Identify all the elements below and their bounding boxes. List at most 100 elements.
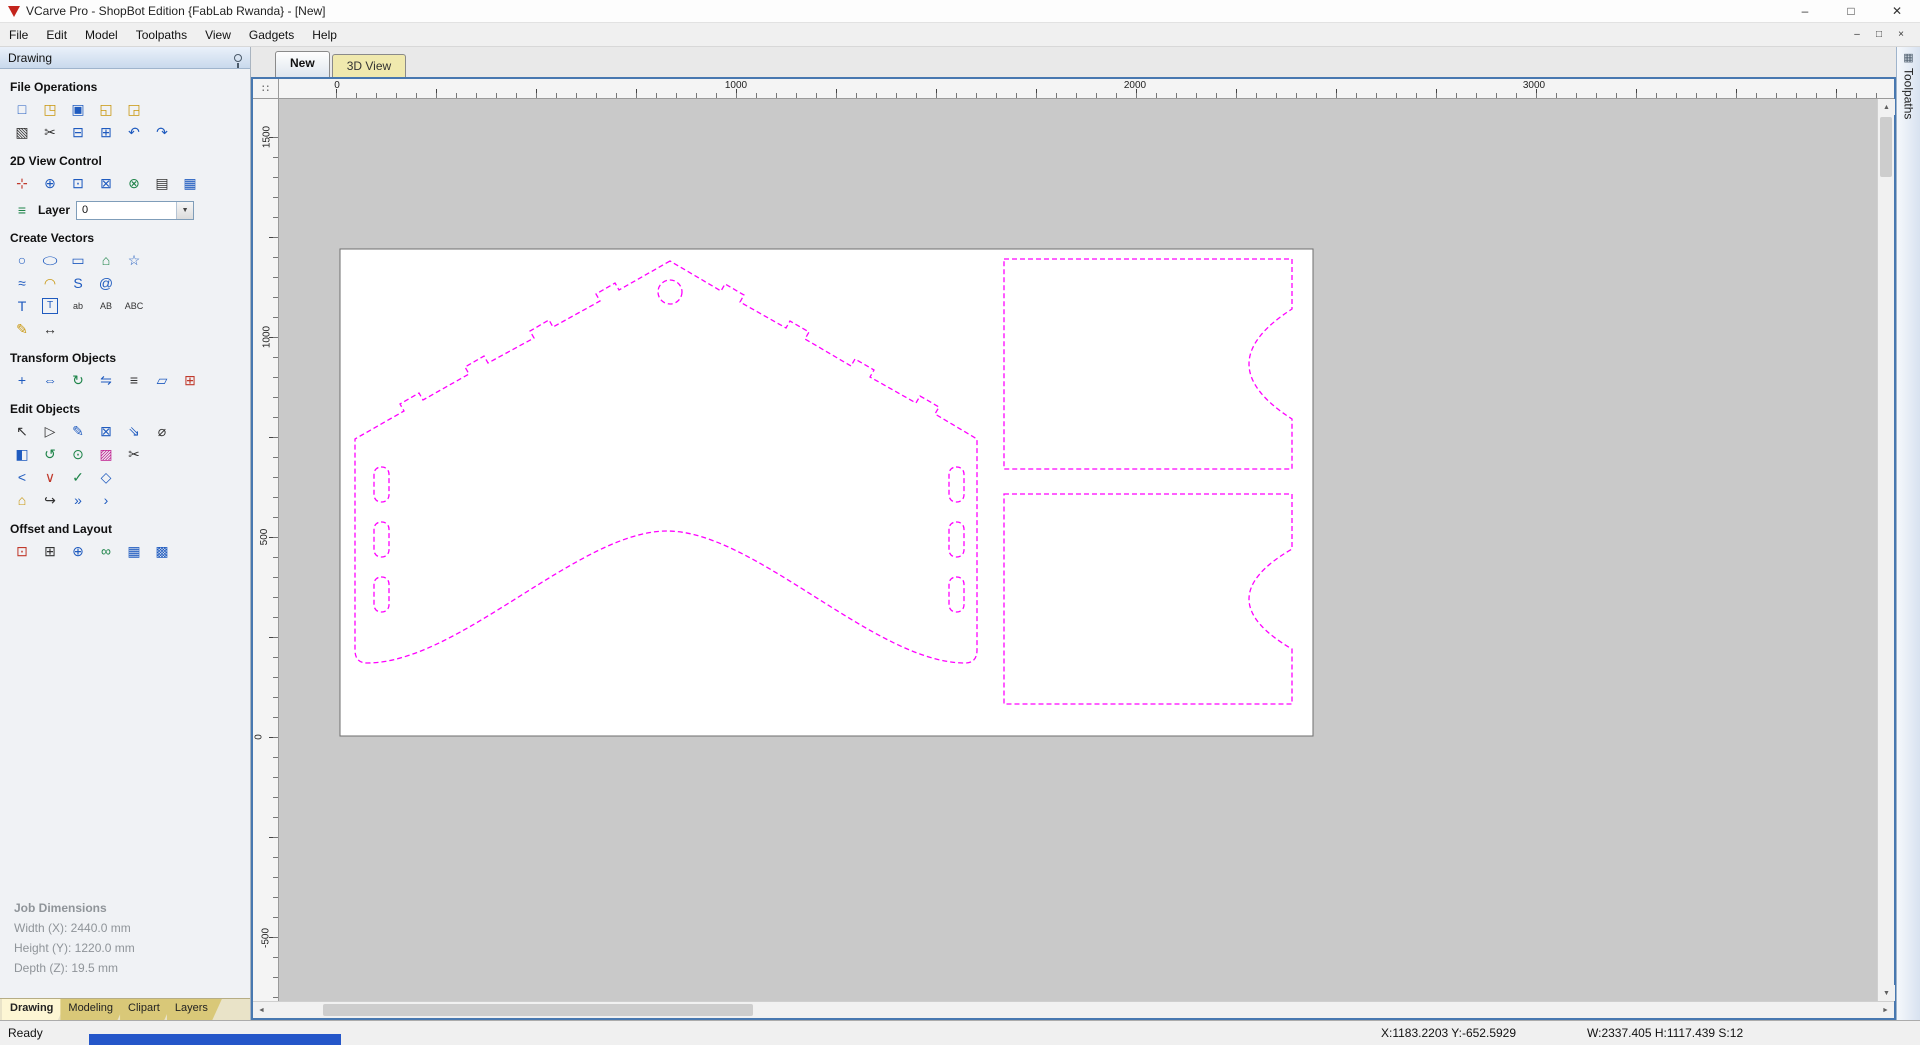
layer-stack-icon[interactable]: ≡ (12, 200, 32, 220)
fillet-tool-icon[interactable]: ⊙ (68, 444, 88, 464)
draw-ellipse-icon[interactable]: ◯ (40, 254, 60, 266)
window-minimize-button[interactable]: – (1782, 0, 1828, 22)
scroll-right-icon[interactable]: ► (1877, 1002, 1894, 1018)
draw-text-icon[interactable]: T (12, 296, 32, 316)
trim-vectors-icon[interactable]: ✎ (12, 319, 32, 339)
menu-help[interactable]: Help (303, 25, 346, 45)
snap-grid-icon[interactable]: ⊠ (96, 421, 116, 441)
pan-view-icon[interactable]: ⊹ (12, 173, 32, 193)
menu-file[interactable]: File (0, 25, 37, 45)
zoom-interactive-icon[interactable]: ⊕ (40, 173, 60, 193)
redo-icon[interactable]: ↷ (152, 122, 172, 142)
grid-settings-icon[interactable]: ▦ (180, 173, 200, 193)
center-objects-icon[interactable]: ⊞ (180, 370, 200, 390)
tab-new[interactable]: New (275, 51, 330, 77)
tab-modeling[interactable]: Modeling (60, 999, 127, 1021)
zoom-box-icon[interactable]: ⊡ (68, 173, 88, 193)
convert-text-icon[interactable]: ABC (124, 296, 144, 316)
copy-icon[interactable]: ⊟ (68, 122, 88, 142)
toolpaths-panel-tab[interactable]: ▦ Toolpaths (1896, 47, 1920, 1020)
move-objects-icon[interactable]: + (12, 370, 32, 390)
trim-to-icon[interactable]: › (96, 490, 116, 510)
circular-copy-icon[interactable]: ⊕ (68, 541, 88, 561)
scissors-icon[interactable]: ✂ (124, 444, 144, 464)
join-open-vectors-icon[interactable]: < (12, 467, 32, 487)
rotate-objects-icon[interactable]: ↻ (68, 370, 88, 390)
validate-vectors-icon[interactable]: ✓ (68, 467, 88, 487)
guides-icon[interactable]: ▤ (152, 173, 172, 193)
ungroup-objects-icon[interactable]: ↺ (40, 444, 60, 464)
measure-icon[interactable]: ⌀ (152, 421, 172, 441)
tab-3d-view[interactable]: 3D View (331, 54, 407, 77)
dimension-icon[interactable]: ↔ (40, 319, 60, 339)
horizontal-scrollbar[interactable]: ◄ ► (253, 1001, 1894, 1018)
zoom-drawing-icon[interactable]: ⊠ (96, 173, 116, 193)
selection-icon[interactable]: ▧ (12, 122, 32, 142)
extend-vectors-icon[interactable]: » (68, 490, 88, 510)
doc-close-button[interactable]: × (1890, 26, 1912, 44)
cut-icon[interactable]: ✂ (40, 122, 60, 142)
tab-layers[interactable]: Layers (167, 999, 222, 1021)
menu-gadgets[interactable]: Gadgets (240, 25, 303, 45)
vertical-scrollbar[interactable]: ▲ ▼ (1877, 99, 1895, 1001)
nesting-icon[interactable]: ▦ (124, 541, 144, 561)
scale-objects-icon[interactable]: ⇔ (40, 370, 60, 390)
copy-along-vectors-icon[interactable]: ∞ (96, 541, 116, 561)
material-sheet[interactable] (339, 248, 1314, 737)
drawing-canvas[interactable] (279, 99, 1877, 1001)
smooth-join-icon[interactable]: ↪ (40, 490, 60, 510)
array-copy-icon[interactable]: ⊞ (40, 541, 60, 561)
tab-clipart[interactable]: Clipart (120, 999, 174, 1021)
undo-icon[interactable]: ↶ (124, 122, 144, 142)
draw-curve-icon[interactable]: S (68, 273, 88, 293)
weld-vectors-icon[interactable]: ⌂ (12, 490, 32, 510)
join-close-vectors-icon[interactable]: ∨ (40, 467, 60, 487)
draw-line-icon[interactable]: ≈ (12, 273, 32, 293)
align-objects-icon[interactable]: ≡ (124, 370, 144, 390)
group-objects-icon[interactable]: ◧ (12, 444, 32, 464)
stretch-objects-icon[interactable]: ⇘ (124, 421, 144, 441)
menu-toolpaths[interactable]: Toolpaths (127, 25, 196, 45)
edit-pencil-icon[interactable]: ✎ (68, 421, 88, 441)
text-box-icon[interactable]: T (42, 297, 58, 314)
chevron-down-icon[interactable]: ▼ (176, 201, 194, 219)
import-vectors-icon[interactable]: ◱ (96, 99, 116, 119)
layer-dropdown[interactable]: 0 ▼ (76, 200, 195, 220)
vertical-scroll-thumb[interactable] (1880, 117, 1892, 177)
paste-icon[interactable]: ⊞ (96, 122, 116, 142)
text-spacing-icon[interactable]: AB (96, 296, 116, 316)
draw-spiral-icon[interactable]: @ (96, 273, 116, 293)
horizontal-scroll-thumb[interactable] (323, 1004, 753, 1016)
open-file-icon[interactable]: ◳ (40, 99, 60, 119)
doc-restore-button[interactable]: □ (1868, 26, 1890, 44)
window-close-button[interactable]: ✕ (1874, 0, 1920, 22)
vector-texture-icon[interactable]: ▩ (152, 541, 172, 561)
menu-model[interactable]: Model (76, 25, 127, 45)
draw-rectangle-icon[interactable]: ▭ (68, 250, 88, 270)
tab-drawing[interactable]: Drawing (2, 999, 67, 1021)
scroll-up-icon[interactable]: ▲ (1878, 99, 1895, 115)
toolpaths-tab-label[interactable]: Toolpaths (1902, 68, 1916, 119)
menu-edit[interactable]: Edit (37, 25, 76, 45)
mirror-objects-icon[interactable]: ⇋ (96, 370, 116, 390)
save-icon[interactable]: ▣ (68, 99, 88, 119)
export-vectors-icon[interactable]: ◲ (124, 99, 144, 119)
draw-arc-icon[interactable]: ◠ (40, 273, 60, 293)
draw-circle-icon[interactable]: ○ (12, 250, 32, 270)
zoom-selected-icon[interactable]: ⊗ (124, 173, 144, 193)
draw-star-icon[interactable]: ☆ (124, 250, 144, 270)
scroll-down-icon[interactable]: ▼ (1878, 985, 1895, 1001)
draw-polygon-icon[interactable]: ⌂ (96, 250, 116, 270)
new-file-icon[interactable]: □ (12, 99, 32, 119)
convert-curves-icon[interactable]: ◇ (96, 467, 116, 487)
text-on-curve-icon[interactable]: ab (68, 296, 88, 316)
window-maximize-button[interactable]: □ (1828, 0, 1874, 22)
node-edit-icon[interactable]: ▷ (40, 421, 60, 441)
offset-vectors-icon[interactable]: ⊡ (12, 541, 32, 561)
distort-objects-icon[interactable]: ▱ (152, 370, 172, 390)
menu-view[interactable]: View (196, 25, 240, 45)
select-objects-icon[interactable]: ↖ (12, 421, 32, 441)
erase-icon[interactable]: ▨ (96, 444, 116, 464)
scroll-left-icon[interactable]: ◄ (253, 1002, 270, 1018)
pin-icon[interactable] (234, 53, 242, 68)
